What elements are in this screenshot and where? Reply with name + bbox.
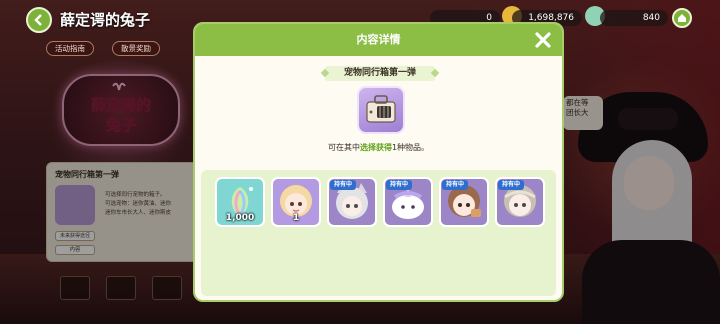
desc-text: 可在其中 — [327, 143, 360, 152]
guide-button[interactable]: 活动指南 — [46, 41, 94, 56]
owned-badge: 持有中 — [386, 180, 413, 190]
arrow-left-icon — [34, 14, 42, 26]
owned-badge: 持有中 — [330, 180, 357, 190]
owned-badge: 持有中 — [442, 180, 469, 190]
item-slot[interactable]: 持有中 — [439, 177, 489, 227]
box-name: 宠物同行箱第一弹 — [325, 66, 435, 81]
back-button[interactable] — [26, 7, 52, 33]
close-button[interactable] — [534, 31, 552, 49]
dialog-description: 可在其中选择获得1种物品。 — [195, 142, 562, 153]
dialog-title: 内容详情 — [356, 33, 401, 46]
close-icon — [535, 32, 551, 48]
item-quantity: 1,000 — [225, 213, 255, 223]
owned-badge: 持有中 — [498, 180, 525, 190]
item-slot[interactable]: 1,000 — [215, 177, 265, 227]
items-grid: 1,000 1 持有中 持有中 持有中 持有中 — [201, 170, 556, 296]
home-button[interactable] — [672, 8, 692, 28]
pet-carrier-icon — [357, 86, 405, 134]
page-title: 薛定谔的兔子 — [60, 11, 151, 29]
item-slot[interactable]: 持有中 — [495, 177, 545, 227]
home-icon — [678, 14, 686, 22]
reward-button[interactable]: 散景奖励 — [112, 41, 160, 56]
item-slot[interactable]: 持有中 — [383, 177, 433, 227]
desc-text: 1种物品。 — [391, 143, 430, 152]
item-quantity: 1 — [292, 213, 300, 223]
dialog-header: 内容详情 — [195, 24, 562, 56]
item-slot[interactable]: 1 — [271, 177, 321, 227]
desc-highlight: 选择获得 — [359, 143, 392, 152]
resource-counter: 840 — [600, 10, 668, 26]
content-detail-dialog: 内容详情 宠物同行箱第一弹 可在其中选择获得1种物品。 1,000 1 持有中 … — [193, 22, 564, 302]
resource-value: 840 — [642, 13, 660, 23]
item-slot[interactable]: 持有中 — [327, 177, 377, 227]
